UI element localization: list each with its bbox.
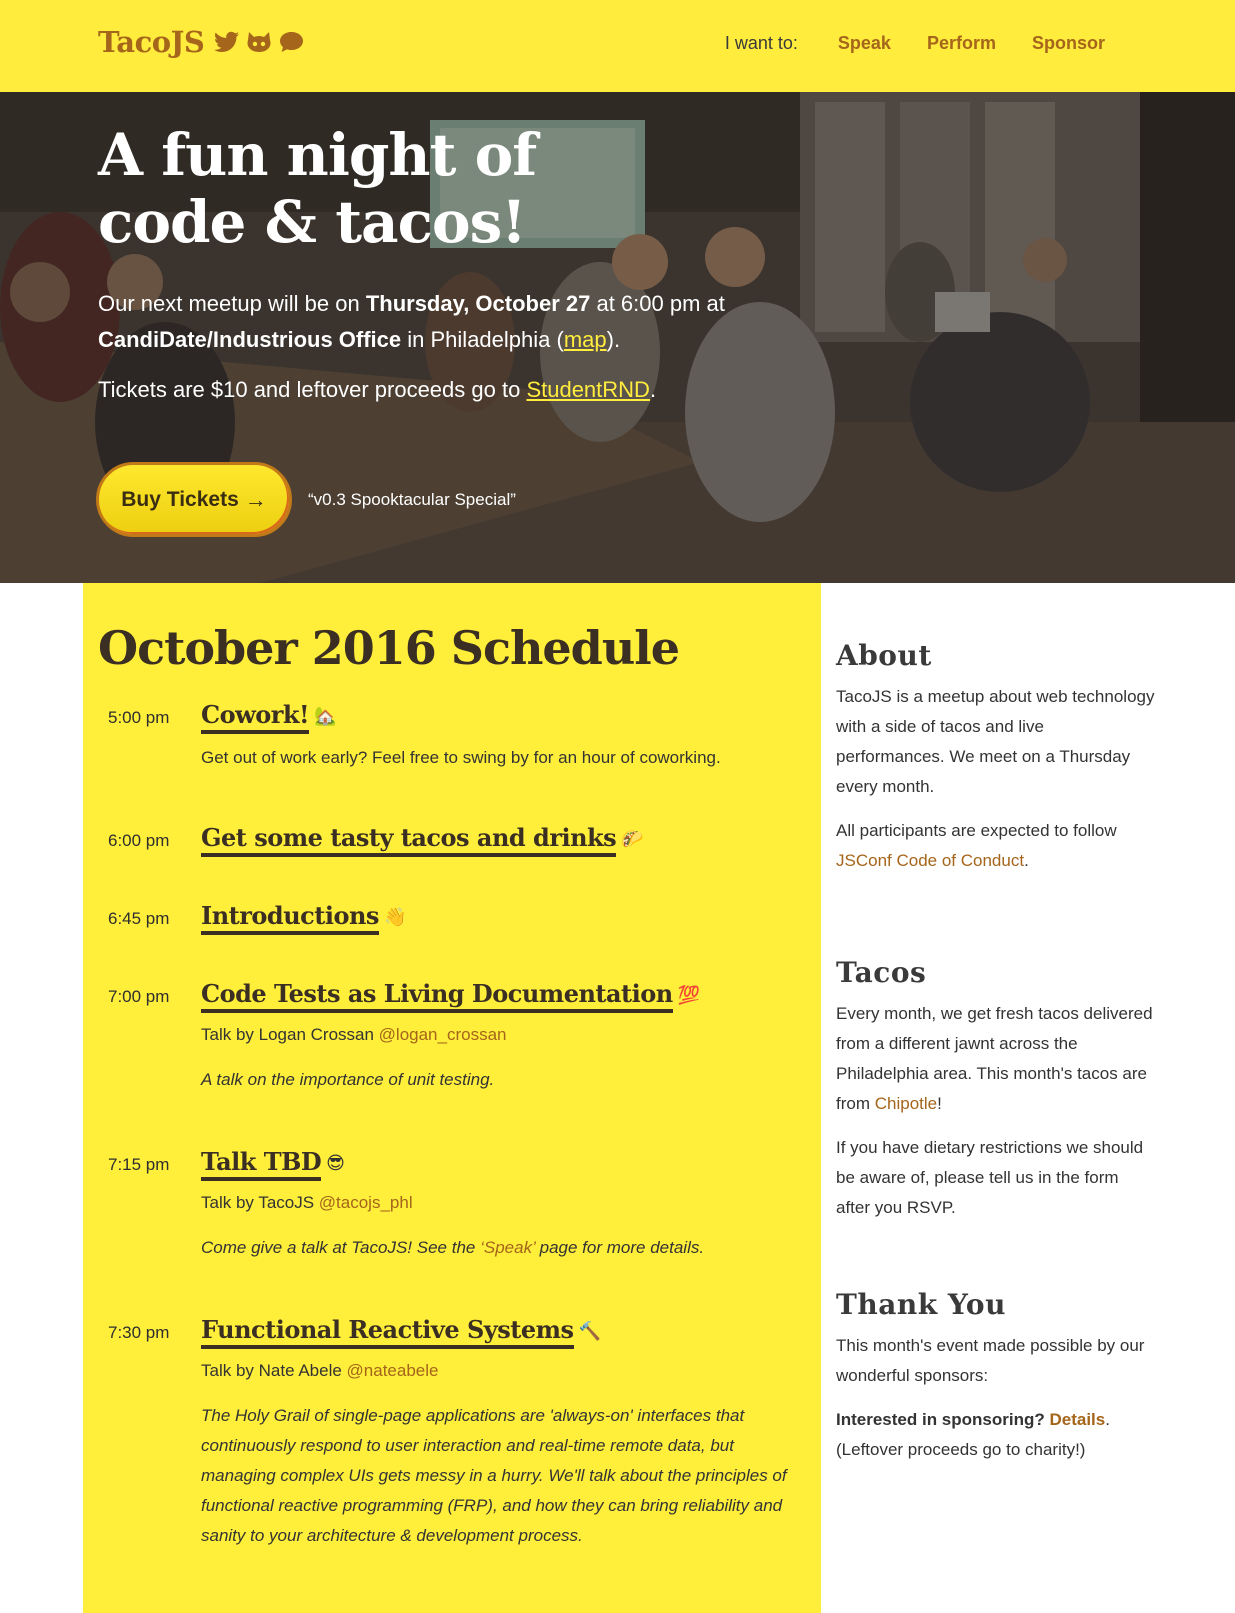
speaker-handle-link[interactable]: @tacojs_phl (319, 1193, 413, 1212)
event-body: Code Tests as Living Documentation 💯 Talk… (201, 979, 801, 1095)
sponsoring-suffix: . (1105, 1410, 1110, 1429)
event-body: Introductions 👋 (201, 901, 801, 935)
event-abstract: The Holy Grail of single-page applicatio… (201, 1406, 787, 1545)
event-body: Functional Reactive Systems 🔨 Talk by Nat… (201, 1315, 801, 1551)
chipotle-link[interactable]: Chipotle (875, 1094, 937, 1113)
dietary-text: If you have dietary restrictions we shou… (836, 1138, 1144, 1217)
about-text: TacoJS is a meetup about web technology … (836, 687, 1155, 796)
buy-tickets-button[interactable]: Buy Tickets → (96, 462, 292, 537)
social-links (214, 31, 304, 53)
speaker-name: Talk by Nate Abele (201, 1361, 347, 1380)
event-title[interactable]: Functional Reactive Systems (201, 1315, 574, 1349)
edition-name: “v0.3 Spooktacular Special” (308, 489, 516, 509)
speaker-name: Talk by TacoJS (201, 1193, 319, 1212)
github-icon[interactable] (246, 31, 272, 53)
schedule-section: October 2016 Schedule 5:00 pm Cowork! 🏡 G… (83, 583, 821, 1613)
cta-row: Buy Tickets → “v0.3 Spooktacular Special… (96, 462, 516, 537)
conduct-prefix: All participants are expected to follow (836, 821, 1117, 840)
nav-perform-link[interactable]: Perform (927, 33, 996, 54)
about-section: About TacoJS is a meetup about web techn… (836, 639, 1156, 876)
meetup-venue: CandiDate/Industrious Office (98, 327, 402, 352)
main-nav: I want to: Speak Perform Sponsor (725, 33, 1105, 54)
tickets-info: Tickets are $10 and leftover proceeds go… (98, 372, 858, 408)
event-title[interactable]: Introductions (201, 901, 379, 935)
meetup-city-suffix: ). (606, 327, 621, 352)
tacos-text: Every month, we get fresh tacos delivere… (836, 999, 1156, 1119)
taco-emoji-icon: 🌮 (621, 829, 644, 849)
house-emoji-icon: 🏡 (314, 706, 337, 726)
tacos-section: Tacos Every month, we get fresh tacos de… (836, 956, 1156, 1223)
top-nav-bar: TacoJS I want to: Speak Perform Sponsor (0, 0, 1235, 92)
sponsor-details-link[interactable]: Details (1049, 1410, 1105, 1429)
wave-emoji-icon: 👋 (383, 907, 407, 927)
event-speaker: Talk by TacoJS @tacojs_phl (201, 1193, 801, 1213)
abstract-suffix: page for more details. (534, 1238, 705, 1257)
speaker-handle-link[interactable]: @logan_crossan (379, 1025, 507, 1044)
hero-title: A fun night of code & tacos! (98, 121, 537, 256)
conduct-text: All participants are expected to follow … (836, 816, 1156, 876)
hundred-emoji-icon: 💯 (677, 985, 701, 1005)
meetup-time: at 6:00 pm at (590, 291, 725, 316)
arrow-right-icon: → (244, 486, 267, 512)
about-heading: About (836, 639, 932, 672)
speaker-name: Talk by Logan Crossan (201, 1025, 379, 1044)
chat-icon[interactable] (279, 31, 304, 53)
event-time: 6:45 pm (108, 909, 170, 928)
tickets-suffix: . (649, 377, 657, 402)
meetup-info: Our next meetup will be on Thursday, Oct… (98, 286, 858, 358)
sponsors-text: This month's event made possible by our … (836, 1336, 1145, 1385)
abstract-prefix: Come give a talk at TacoJS! See the (201, 1238, 481, 1257)
event-description: Get out of work early? Feel free to swin… (201, 748, 721, 767)
hero-section: A fun night of code & tacos! Our next me… (0, 92, 1235, 583)
studentrnd-link[interactable]: StudentRND (526, 377, 650, 402)
map-link[interactable]: map (564, 327, 607, 352)
hammer-emoji-icon: 🔨 (578, 1321, 601, 1341)
tacos-suffix: ! (937, 1094, 942, 1113)
event-body: Get some tasty tacos and drinks 🌮 (201, 823, 801, 857)
thanks-section: Thank You This month's event made possib… (836, 1288, 1156, 1465)
conduct-suffix: . (1024, 851, 1029, 870)
event-title[interactable]: Cowork! (201, 700, 310, 734)
event-abstract: A talk on the importance of unit testing… (201, 1070, 495, 1089)
brand: TacoJS (98, 25, 304, 59)
event-time: 7:30 pm (108, 1323, 170, 1342)
event-abstract: Come give a talk at TacoJS! See the ‘Spe… (201, 1233, 801, 1263)
twitter-icon[interactable] (214, 31, 240, 53)
nav-intro-label: I want to: (724, 33, 798, 53)
thanks-heading: Thank You (836, 1288, 1006, 1321)
tacos-heading: Tacos (836, 956, 927, 989)
site-logo[interactable]: TacoJS (98, 25, 205, 59)
event-time: 5:00 pm (108, 708, 170, 727)
sponsoring-question: Interested in sponsoring? (836, 1410, 1050, 1429)
event-title[interactable]: Talk TBD (201, 1147, 322, 1181)
speak-page-link[interactable]: ‘Speak’ (480, 1238, 535, 1257)
event-title[interactable]: Code Tests as Living Documentation (201, 979, 673, 1013)
event-time: 7:15 pm (108, 1155, 170, 1174)
event-title[interactable]: Get some tasty tacos and drinks (201, 823, 617, 857)
speaker-handle-link[interactable]: @nateabele (347, 1361, 439, 1380)
event-speaker: Talk by Nate Abele @nateabele (201, 1361, 801, 1381)
charity-note: (Leftover proceeds go to charity!) (836, 1440, 1086, 1459)
event-speaker: Talk by Logan Crossan @logan_crossan (201, 1025, 801, 1045)
hero-content: A fun night of code & tacos! Our next me… (98, 122, 858, 408)
code-of-conduct-link[interactable]: JSConf Code of Conduct (836, 851, 1024, 870)
schedule-title: October 2016 Schedule (98, 621, 680, 675)
nav-speak-link[interactable]: Speak (838, 33, 891, 54)
event-time: 7:00 pm (108, 987, 170, 1006)
event-time: 6:00 pm (108, 831, 170, 850)
nav-sponsor-link[interactable]: Sponsor (1032, 33, 1105, 54)
buy-tickets-label: Buy Tickets (121, 487, 239, 511)
meetup-city: in Philadelphia ( (401, 327, 564, 352)
meetup-prefix: Our next meetup will be on (98, 291, 366, 316)
sponsoring-text: Interested in sponsoring? Details. (Lefto… (836, 1405, 1156, 1465)
tickets-prefix: Tickets are $10 and leftover proceeds go… (98, 377, 527, 402)
event-body: Talk TBD 😎 Talk by TacoJS @tacojs_phl Com… (201, 1147, 801, 1263)
meetup-date: Thursday, October 27 (365, 291, 591, 316)
sunglasses-emoji-icon: 😎 (326, 1153, 345, 1173)
event-body: Cowork! 🏡 Get out of work early? Feel fre… (201, 700, 801, 770)
